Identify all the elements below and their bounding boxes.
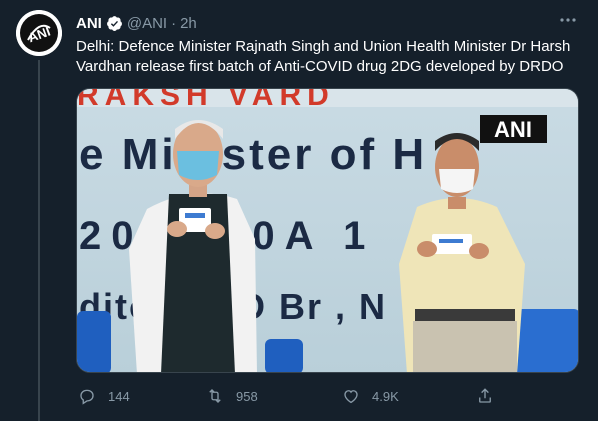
retweet-count: 958 [236, 388, 258, 404]
like-button[interactable]: 4.9K [342, 384, 399, 408]
reply-button[interactable]: 144 [78, 384, 130, 408]
tweet-actions: 144 958 4.9K [72, 384, 512, 408]
more-options-button[interactable] [558, 10, 578, 30]
tweet-header: ANI @ANI · 2h [76, 12, 578, 34]
more-options-icon [560, 18, 576, 22]
backdrop-text-row-1: RAKSH VARD [77, 89, 335, 112]
media-watermark: ANI [494, 117, 532, 142]
timestamp[interactable]: 2h [180, 15, 197, 32]
verified-badge-icon [106, 15, 122, 31]
tweet-media-image[interactable]: RAKSH VARD e Minister of H 20 0:30A 1 di… [76, 88, 579, 373]
retweet-button[interactable]: 958 [206, 384, 258, 408]
thread-line [38, 60, 40, 421]
reply-icon [80, 389, 94, 405]
retweet-icon [209, 389, 221, 403]
share-icon [479, 388, 491, 403]
author-name[interactable]: ANI [76, 15, 102, 32]
tweet-text: Delhi: Defence Minister Rajnath Singh an… [76, 38, 571, 75]
like-count: 4.9K [372, 388, 399, 404]
reply-count: 144 [108, 388, 130, 404]
author-handle[interactable]: @ANI [127, 15, 167, 32]
separator-dot: · [171, 14, 177, 32]
avatar[interactable]: ANI [16, 10, 62, 56]
backdrop-text-row-2: e Minister of H [79, 130, 427, 179]
like-icon [344, 390, 358, 404]
share-button[interactable] [476, 384, 506, 408]
